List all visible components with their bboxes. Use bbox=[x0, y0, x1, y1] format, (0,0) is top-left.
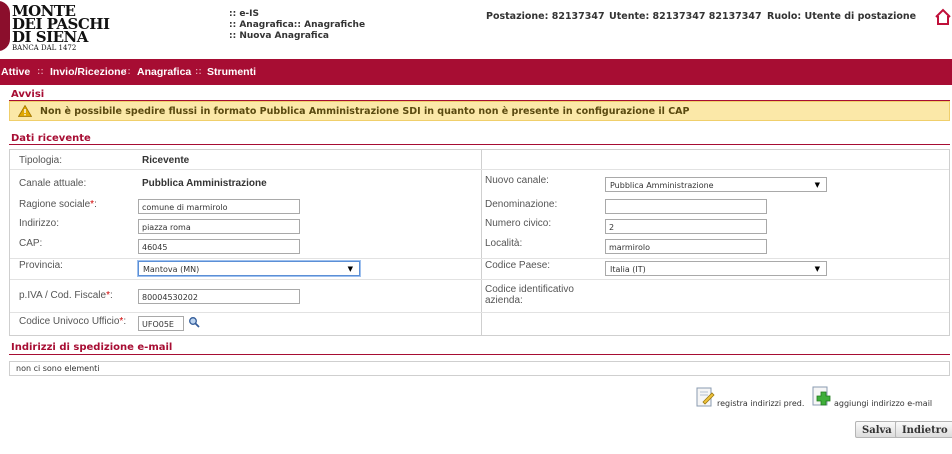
utente-info: Utente: 82137347 82137347 bbox=[609, 11, 762, 22]
localita-input[interactable]: marmirolo bbox=[605, 239, 767, 254]
home-icon[interactable] bbox=[934, 8, 952, 26]
nav-item-anagrafica[interactable]: Anagrafica bbox=[137, 66, 191, 78]
chevron-down-icon: ▼ bbox=[814, 181, 820, 189]
brand-emblem bbox=[0, 1, 10, 51]
codice-identificativo-label-2: azienda: bbox=[485, 295, 523, 306]
avvisi-title: Avvisi bbox=[11, 89, 45, 100]
tipologia-label: Tipologia: bbox=[19, 155, 62, 166]
edit-document-icon[interactable] bbox=[695, 387, 715, 407]
label-colon: : bbox=[94, 199, 97, 210]
nav-item-invio-ricezione[interactable]: Invio/Ricezione bbox=[50, 66, 126, 78]
header: MONTE DEI PASCHI DI SIENA BANCA DAL 1472… bbox=[0, 0, 952, 59]
main-nav: Attive :: Invio/Ricezione :: Anagrafica … bbox=[0, 59, 952, 85]
cap-input[interactable]: 46045 bbox=[138, 239, 300, 254]
section-divider bbox=[9, 144, 950, 145]
ragione-sociale-input[interactable]: comune di marmirolo bbox=[138, 199, 300, 214]
canale-attuale-label: Canale attuale: bbox=[19, 178, 87, 189]
cuu-input[interactable]: UFO05E bbox=[138, 316, 184, 331]
nuovo-canale-selected: Pubblica Amministrazione bbox=[610, 181, 714, 190]
brand-line-3: DI SIENA bbox=[12, 28, 88, 46]
empty-list-text: non ci sono elementi bbox=[16, 364, 100, 373]
codice-identificativo-label-1: Codice identificativo bbox=[485, 284, 574, 295]
warning-icon bbox=[18, 105, 32, 117]
row-divider bbox=[10, 279, 949, 280]
section-divider bbox=[9, 354, 950, 355]
row-divider bbox=[10, 169, 949, 170]
warning-banner: Non è possibile spedire flussi in format… bbox=[9, 101, 950, 121]
row-divider bbox=[10, 312, 949, 313]
aggiungi-indirizzo-link[interactable]: aggiungi indirizzo e-mail bbox=[834, 399, 932, 408]
codice-paese-label: Codice Paese: bbox=[485, 260, 551, 271]
registra-indirizzi-link[interactable]: registra indirizzi pred. bbox=[717, 399, 804, 408]
label-colon: : bbox=[109, 290, 113, 301]
salva-button[interactable]: Salva bbox=[855, 421, 899, 438]
codice-paese-selected: Italia (IT) bbox=[610, 265, 646, 274]
label-colon: : bbox=[123, 316, 127, 327]
nuovo-canale-label: Nuovo canale: bbox=[485, 175, 549, 186]
provincia-selected: Mantova (MN) bbox=[143, 265, 200, 274]
column-divider bbox=[481, 150, 482, 335]
email-section-title: Indirizzi di spedizione e-mail bbox=[11, 342, 173, 353]
chevron-down-icon: ▼ bbox=[347, 265, 353, 273]
brand-logo: MONTE DEI PASCHI DI SIENA BANCA DAL 1472 bbox=[0, 1, 110, 52]
breadcrumb-item-anagrafica[interactable]: :: Anagrafica:: Anagrafiche bbox=[229, 20, 365, 31]
nav-item-attive[interactable]: Attive bbox=[1, 66, 30, 78]
warning-message: Non è possibile spedire flussi in format… bbox=[40, 106, 690, 117]
tipologia-value: Ricevente bbox=[142, 155, 190, 166]
breadcrumb-item-eis[interactable]: :: e-IS bbox=[229, 9, 365, 20]
nav-separator: :: bbox=[124, 66, 131, 77]
cuu-label: Codice Univoco Ufficio*: bbox=[19, 316, 126, 327]
numero-civico-label: Numero civico: bbox=[485, 218, 552, 229]
nuovo-canale-select[interactable]: Pubblica Amministrazione ▼ bbox=[605, 177, 827, 192]
ruolo-info: Ruolo: Utente di postazione bbox=[767, 11, 917, 22]
row-divider bbox=[10, 258, 949, 259]
indirizzo-input[interactable]: piazza roma bbox=[138, 219, 300, 234]
denominazione-label: Denominazione: bbox=[485, 199, 558, 210]
piva-label-text: p.IVA / Cod. Fiscale bbox=[19, 290, 107, 301]
nav-separator: :: bbox=[195, 66, 202, 77]
dati-ricevente-form: Tipologia: Ricevente Canale attuale: Pub… bbox=[9, 149, 950, 336]
cap-label: CAP: bbox=[19, 238, 43, 249]
provincia-label: Provincia: bbox=[19, 260, 63, 271]
dati-ricevente-title: Dati ricevente bbox=[11, 133, 91, 144]
breadcrumb-item-nuova[interactable]: :: Nuova Anagrafica bbox=[229, 31, 365, 42]
ragione-sociale-label: Ragione sociale*: bbox=[19, 199, 97, 210]
postazione-info: Postazione: 82137347 bbox=[486, 11, 605, 22]
search-icon[interactable] bbox=[188, 316, 200, 328]
chevron-down-icon: ▼ bbox=[814, 265, 820, 273]
indietro-button[interactable]: Indietro bbox=[895, 421, 952, 438]
indirizzo-label: Indirizzo: bbox=[19, 218, 60, 229]
nav-separator: :: bbox=[37, 66, 44, 77]
denominazione-input[interactable] bbox=[605, 199, 767, 214]
breadcrumb: :: e-IS :: Anagrafica:: Anagrafiche :: N… bbox=[229, 9, 365, 42]
provincia-select[interactable]: Mantova (MN) ▼ bbox=[138, 261, 360, 276]
cuu-label-text: Codice Univoco Ufficio bbox=[19, 316, 120, 327]
email-list: non ci sono elementi bbox=[9, 361, 950, 376]
codice-paese-select[interactable]: Italia (IT) ▼ bbox=[605, 261, 827, 276]
brand-line-4: BANCA DAL 1472 bbox=[12, 44, 77, 52]
piva-input[interactable]: 80004530202 bbox=[138, 289, 300, 304]
nav-item-strumenti[interactable]: Strumenti bbox=[207, 66, 256, 78]
add-icon[interactable] bbox=[812, 386, 832, 406]
ragione-sociale-label-text: Ragione sociale bbox=[19, 199, 91, 210]
localita-label: Località: bbox=[485, 238, 523, 249]
piva-label: p.IVA / Cod. Fiscale*: bbox=[19, 290, 113, 301]
canale-attuale-value: Pubblica Amministrazione bbox=[142, 178, 267, 189]
numero-civico-input[interactable]: 2 bbox=[605, 219, 767, 234]
